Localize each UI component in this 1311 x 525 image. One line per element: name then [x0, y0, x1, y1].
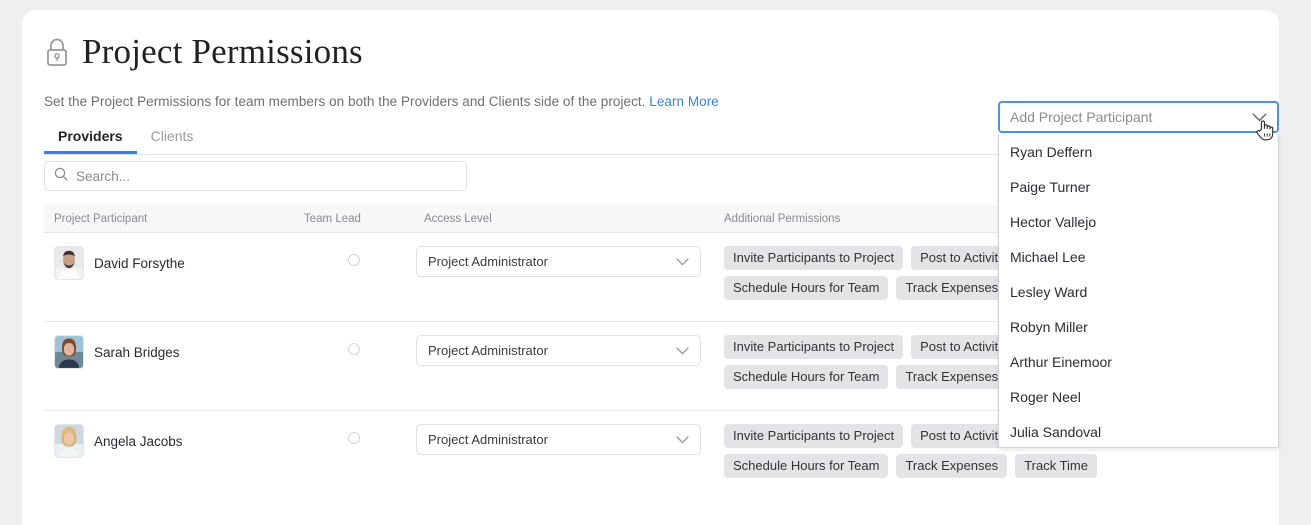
screen-root: Project Permissions Set the Project Perm… — [0, 0, 1311, 525]
team-lead-cell — [294, 335, 414, 355]
participant-name: David Forsythe — [94, 255, 185, 271]
dropdown-option[interactable]: Michael Lee — [999, 239, 1278, 274]
team-lead-radio[interactable] — [348, 254, 360, 266]
learn-more-link[interactable]: Learn More — [649, 94, 719, 109]
access-level-value: Project Administrator — [428, 432, 548, 447]
participant-cell: Angela Jacobs — [44, 424, 294, 458]
permission-chip[interactable]: Track Expenses — [896, 365, 1008, 389]
team-lead-radio[interactable] — [348, 343, 360, 355]
page-header: Project Permissions — [44, 34, 363, 69]
access-level-select[interactable]: Project Administrator — [416, 335, 701, 366]
access-level-select[interactable]: Project Administrator — [416, 246, 701, 277]
chevron-down-icon — [676, 435, 689, 444]
permission-chip[interactable]: Schedule Hours for Team — [724, 276, 889, 300]
participant-cell: David Forsythe — [44, 246, 294, 280]
tab-providers[interactable]: Providers — [44, 122, 137, 154]
team-lead-radio[interactable] — [348, 432, 360, 444]
tab-clients[interactable]: Clients — [137, 122, 208, 153]
access-level-cell: Project Administrator — [414, 246, 714, 277]
search-input[interactable] — [76, 168, 457, 184]
permission-chip[interactable]: Invite Participants to Project — [724, 335, 904, 359]
dropdown-option[interactable]: Ryan Deffern — [999, 134, 1278, 169]
access-level-cell: Project Administrator — [414, 424, 714, 455]
dropdown-option[interactable]: Julia Sandoval — [999, 414, 1278, 447]
avatar — [54, 246, 84, 280]
team-lead-cell — [294, 246, 414, 266]
participant-cell: Sarah Bridges — [44, 335, 294, 369]
chevron-down-icon — [1252, 112, 1267, 122]
permission-chip[interactable]: Schedule Hours for Team — [724, 454, 889, 478]
dropdown-option[interactable]: Arthur Einemoor — [999, 344, 1278, 379]
add-project-participant-select[interactable]: Add Project Participant — [998, 101, 1279, 133]
permission-chip[interactable]: Invite Participants to Project — [724, 246, 904, 270]
add-participant-placeholder: Add Project Participant — [1010, 109, 1153, 125]
permission-chip[interactable]: Track Time — [1015, 454, 1097, 478]
subtitle-text: Set the Project Permissions for team mem… — [44, 94, 646, 109]
dropdown-option[interactable]: Paige Turner — [999, 169, 1278, 204]
team-lead-cell — [294, 424, 414, 444]
access-level-value: Project Administrator — [428, 343, 548, 358]
participant-name: Sarah Bridges — [94, 344, 180, 360]
participant-name: Angela Jacobs — [94, 433, 183, 449]
lock-icon — [44, 37, 70, 67]
chevron-down-icon — [676, 346, 689, 355]
permission-chip[interactable]: Track Expenses — [896, 454, 1008, 478]
column-header-participant: Project Participant — [54, 212, 148, 225]
permission-chip[interactable]: Invite Participants to Project — [724, 424, 904, 448]
chevron-down-icon — [676, 257, 689, 266]
access-level-value: Project Administrator — [428, 254, 548, 269]
access-level-cell: Project Administrator — [414, 335, 714, 366]
column-header-team-lead: Team Lead — [304, 212, 361, 225]
add-participant-dropdown-menu: Ryan Deffern Paige Turner Hector Vallejo… — [998, 134, 1279, 448]
access-level-select[interactable]: Project Administrator — [416, 424, 701, 455]
avatar — [54, 424, 84, 458]
search-field[interactable] — [44, 161, 467, 191]
dropdown-option[interactable]: Lesley Ward — [999, 274, 1278, 309]
dropdown-option[interactable]: Roger Neel — [999, 379, 1278, 414]
column-header-access: Access Level — [424, 212, 492, 225]
permission-chip[interactable]: Track Expenses — [896, 276, 1008, 300]
page-subtitle: Set the Project Permissions for team mem… — [44, 94, 719, 109]
search-icon — [54, 167, 68, 186]
permission-chip[interactable]: Schedule Hours for Team — [724, 365, 889, 389]
dropdown-option[interactable]: Hector Vallejo — [999, 204, 1278, 239]
avatar — [54, 335, 84, 369]
page-title: Project Permissions — [82, 32, 363, 71]
dropdown-option[interactable]: Robyn Miller — [999, 309, 1278, 344]
